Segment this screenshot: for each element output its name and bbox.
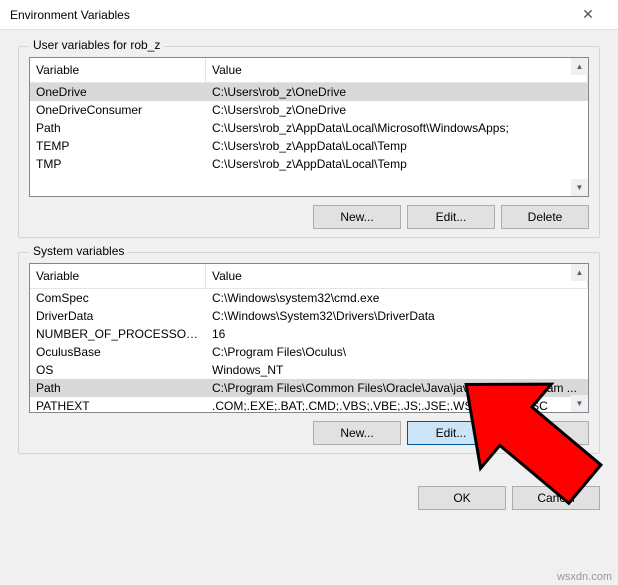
user-variables-group: User variables for rob_z Variable Value … — [18, 46, 600, 238]
cell-value: C:\Users\rob_z\OneDrive — [206, 83, 588, 101]
close-icon: ✕ — [582, 6, 594, 23]
cell-value: C:\Users\rob_z\AppData\Local\Microsoft\W… — [206, 119, 588, 137]
cell-value: C:\Program Files\Oculus\ — [206, 343, 588, 361]
cell-variable: OS — [30, 361, 206, 379]
user-col-variable[interactable]: Variable — [30, 58, 206, 82]
table-row[interactable]: TEMPC:\Users\rob_z\AppData\Local\Temp — [30, 137, 588, 155]
cell-value: C:\Windows\system32\cmd.exe — [206, 289, 588, 307]
cell-variable: OculusBase — [30, 343, 206, 361]
system-variables-group: System variables Variable Value ▲ ComSpe… — [18, 252, 600, 454]
ok-button[interactable]: OK — [418, 486, 506, 510]
system-edit-button[interactable]: Edit... — [407, 421, 495, 445]
table-row[interactable]: PathC:\Program Files\Common Files\Oracle… — [30, 379, 588, 397]
cell-value: C:\Program Files\Common Files\Oracle\Jav… — [206, 379, 588, 397]
system-col-value[interactable]: Value — [206, 264, 588, 288]
table-row[interactable]: NUMBER_OF_PROCESSORS16 — [30, 325, 588, 343]
system-table-header: Variable Value ▲ — [30, 264, 588, 289]
dialog-button-row: OK Cancel — [0, 480, 618, 522]
system-variables-table[interactable]: Variable Value ▲ ComSpecC:\Windows\syste… — [29, 263, 589, 413]
system-button-row: New... Edit... Delete — [29, 421, 589, 445]
user-variables-table[interactable]: Variable Value ▲ OneDriveC:\Users\rob_z\… — [29, 57, 589, 197]
close-button[interactable]: ✕ — [568, 0, 608, 30]
cell-value: C:\Users\rob_z\AppData\Local\Temp — [206, 137, 588, 155]
user-edit-button[interactable]: Edit... — [407, 205, 495, 229]
watermark-text: wsxdn.com — [557, 571, 612, 583]
cell-variable: Path — [30, 379, 206, 397]
cell-value: .COM;.EXE;.BAT;.CMD;.VBS;.VBE;.JS;.JSE;.… — [206, 397, 588, 411]
cell-variable: TEMP — [30, 137, 206, 155]
cell-value: 16 — [206, 325, 588, 343]
scroll-down-icon[interactable]: ▼ — [571, 179, 588, 196]
cell-variable: DriverData — [30, 307, 206, 325]
user-col-value[interactable]: Value — [206, 58, 588, 82]
table-row[interactable]: OSWindows_NT — [30, 361, 588, 379]
table-row[interactable]: ComSpecC:\Windows\system32\cmd.exe — [30, 289, 588, 307]
dialog-content: User variables for rob_z Variable Value … — [0, 30, 618, 480]
table-row[interactable]: DriverDataC:\Windows\System32\Drivers\Dr… — [30, 307, 588, 325]
system-col-variable[interactable]: Variable — [30, 264, 206, 288]
cancel-button[interactable]: Cancel — [512, 486, 600, 510]
scroll-up-icon[interactable]: ▲ — [571, 58, 588, 75]
table-row[interactable]: OneDriveC:\Users\rob_z\OneDrive — [30, 83, 588, 101]
user-group-label: User variables for rob_z — [29, 38, 164, 52]
user-button-row: New... Edit... Delete — [29, 205, 589, 229]
cell-value: C:\Users\rob_z\OneDrive — [206, 101, 588, 119]
user-new-button[interactable]: New... — [313, 205, 401, 229]
user-delete-button[interactable]: Delete — [501, 205, 589, 229]
cell-variable: TMP — [30, 155, 206, 173]
table-row[interactable]: TMPC:\Users\rob_z\AppData\Local\Temp — [30, 155, 588, 173]
cell-variable: PATHEXT — [30, 397, 206, 411]
system-new-button[interactable]: New... — [313, 421, 401, 445]
system-delete-button[interactable]: Delete — [501, 421, 589, 445]
cell-variable: OneDrive — [30, 83, 206, 101]
title-bar: Environment Variables ✕ — [0, 0, 618, 30]
table-row[interactable]: OculusBaseC:\Program Files\Oculus\ — [30, 343, 588, 361]
cell-variable: NUMBER_OF_PROCESSORS — [30, 325, 206, 343]
cell-variable: OneDriveConsumer — [30, 101, 206, 119]
window-title: Environment Variables — [10, 8, 568, 22]
system-group-label: System variables — [29, 244, 128, 258]
table-row[interactable]: PATHEXT.COM;.EXE;.BAT;.CMD;.VBS;.VBE;.JS… — [30, 397, 588, 411]
cell-variable: ComSpec — [30, 289, 206, 307]
system-table-body: ComSpecC:\Windows\system32\cmd.exeDriver… — [30, 289, 588, 411]
table-row[interactable]: OneDriveConsumerC:\Users\rob_z\OneDrive — [30, 101, 588, 119]
user-table-body: OneDriveC:\Users\rob_z\OneDriveOneDriveC… — [30, 83, 588, 195]
table-row[interactable]: PathC:\Users\rob_z\AppData\Local\Microso… — [30, 119, 588, 137]
cell-value: C:\Users\rob_z\AppData\Local\Temp — [206, 155, 588, 173]
scroll-up-icon[interactable]: ▲ — [571, 264, 588, 281]
cell-variable: Path — [30, 119, 206, 137]
cell-value: C:\Windows\System32\Drivers\DriverData — [206, 307, 588, 325]
user-table-header: Variable Value ▲ — [30, 58, 588, 83]
cell-value: Windows_NT — [206, 361, 588, 379]
scroll-down-icon[interactable]: ▼ — [571, 395, 588, 412]
